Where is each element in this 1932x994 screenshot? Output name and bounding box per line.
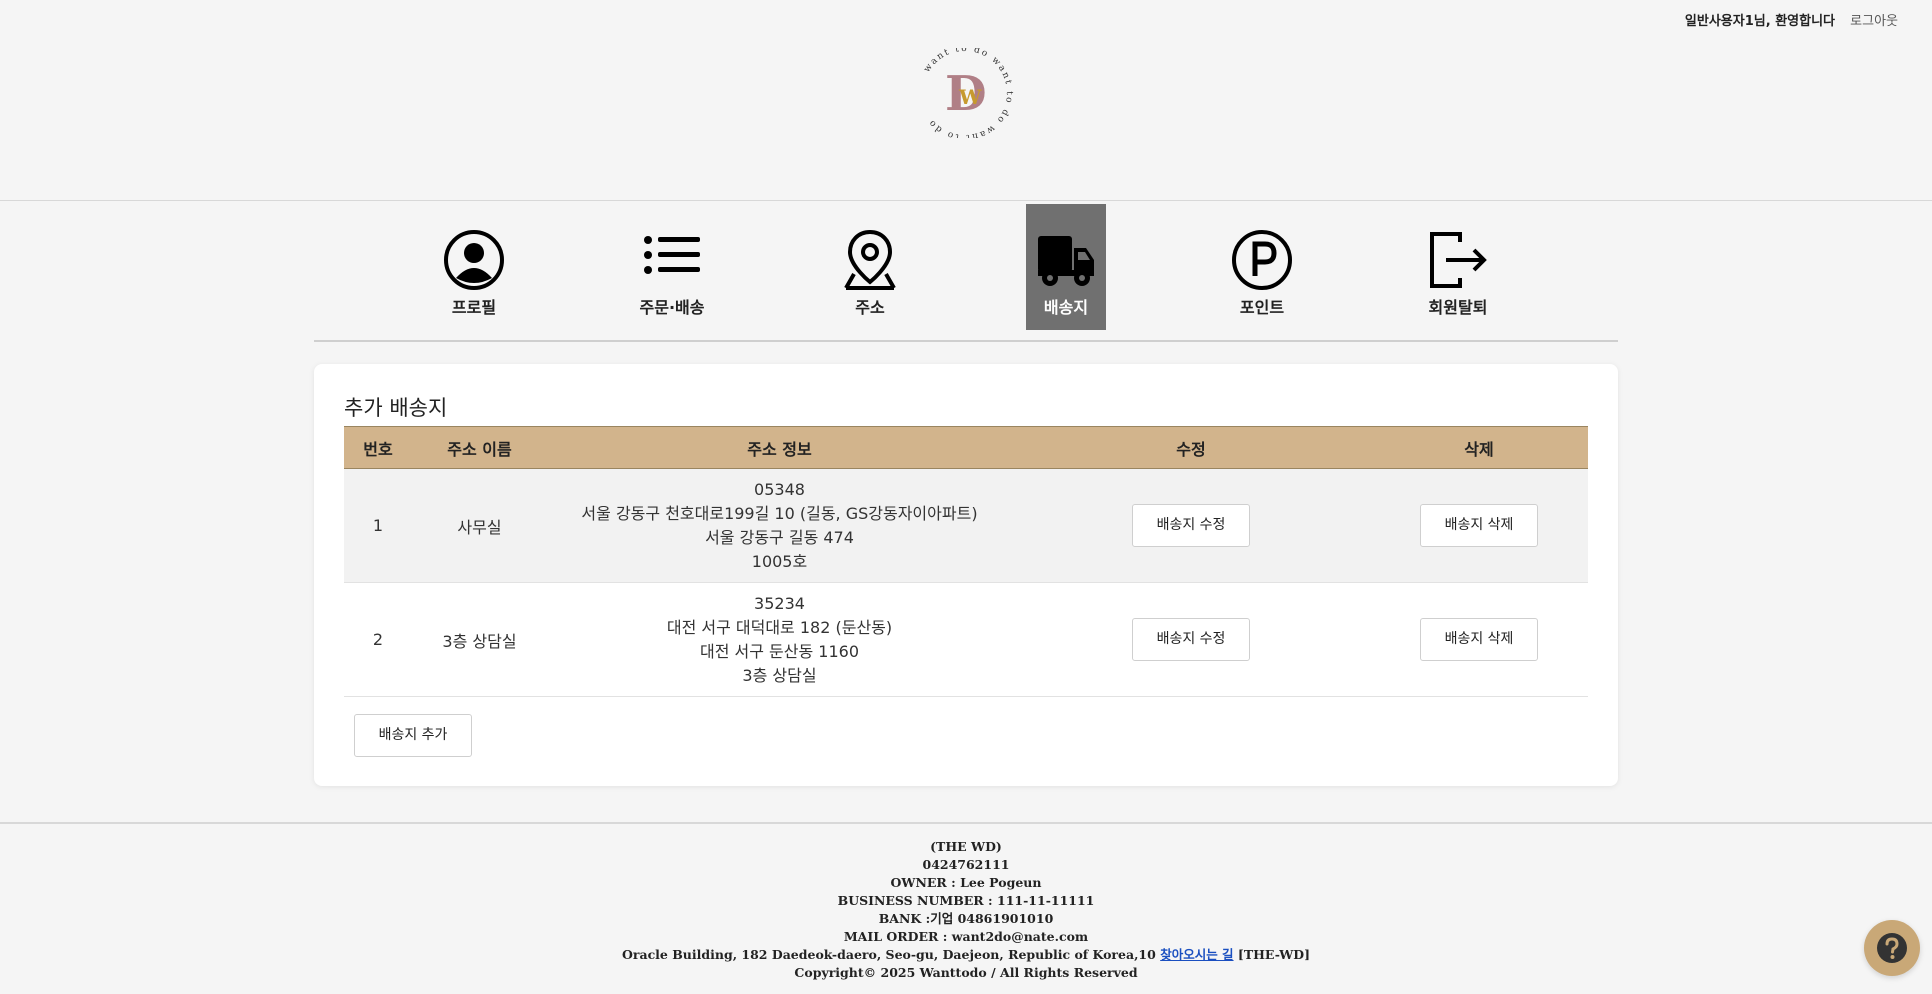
directions-link[interactable]: 찾아오시는 길 — [1160, 947, 1233, 962]
column-header-edit: 수정 — [1012, 426, 1370, 469]
edit-address-button[interactable]: 배송지 수정 — [1132, 618, 1250, 661]
help-button[interactable] — [1864, 920, 1920, 976]
footer-brand-tag: [THE-WD] — [1237, 947, 1310, 962]
address-info: 05348 서울 강동구 천호대로199길 10 (길동, GS강동자이아파트)… — [547, 468, 1012, 583]
address-name: 3층 상담실 — [412, 582, 547, 697]
footer-owner: OWNER : Lee Pogeun — [890, 875, 1042, 890]
point-icon — [1232, 230, 1292, 290]
delete-address-button[interactable]: 배송지 삭제 — [1420, 504, 1538, 547]
svg-text:W: W — [958, 85, 982, 109]
table-header-row: 번호 주소 이름 주소 정보 수정 삭제 — [344, 426, 1588, 469]
detail-address: 1005호 — [751, 551, 808, 571]
logout-arrow-icon — [1430, 232, 1487, 288]
footer-phone: 0424762111 — [922, 857, 1010, 872]
nav-divider — [314, 340, 1618, 342]
mypage-nav: 프로필 주문·배송 주소 배송지 포인트 회원탈퇴 — [390, 204, 1590, 330]
nav-item-withdraw[interactable]: 회원탈퇴 — [1418, 204, 1498, 330]
footer-mail: MAIL ORDER : want2do@nate.com — [843, 929, 1089, 944]
nav-item-profile[interactable]: 프로필 — [434, 204, 514, 330]
zip-code: 05348 — [754, 479, 805, 499]
nav-label-orders: 주문·배송 — [639, 298, 705, 317]
nav-label-withdraw: 회원탈퇴 — [1428, 298, 1488, 317]
detail-address: 3층 상담실 — [742, 665, 817, 685]
address-info: 35234 대전 서구 대덕대로 182 (둔산동) 대전 서구 둔산동 116… — [547, 582, 1012, 697]
map-pin-icon — [844, 229, 896, 290]
footer-divider — [0, 822, 1932, 824]
footer: (THE WD) 0424762111 OWNER : Lee Pogeun B… — [0, 838, 1932, 982]
column-header-name: 주소 이름 — [412, 426, 547, 469]
edit-cell: 배송지 수정 — [1012, 582, 1370, 697]
edit-cell: 배송지 수정 — [1012, 468, 1370, 583]
footer-copyright: Copyright© 2025 Wanttodo / All Rights Re… — [794, 965, 1138, 980]
table-row: 2 3층 상담실 35234 대전 서구 대덕대로 182 (둔산동) 대전 서… — [344, 582, 1588, 697]
column-header-number: 번호 — [344, 426, 412, 469]
welcome-message: 일반사용자1님, 환영합니다 — [1684, 14, 1835, 29]
jibun-address: 대전 서구 둔산동 1160 — [699, 641, 860, 661]
footer-address: Oracle Building, 182 Daedeok-daero, Seo-… — [622, 947, 1156, 962]
nav-label-profile: 프로필 — [451, 298, 497, 317]
header-divider — [0, 200, 1932, 201]
road-address: 서울 강동구 천호대로199길 10 (길동, GS강동자이아파트) — [581, 503, 978, 523]
truck-icon — [1038, 236, 1094, 286]
site-logo[interactable]: want to do want to do want to do D W — [910, 44, 1020, 142]
shipping-address-card: 추가 배송지 번호 주소 이름 주소 정보 수정 삭제 1 사무실 05348 — [314, 364, 1618, 786]
section-title: 추가 배송지 — [344, 396, 448, 420]
nav-item-orders[interactable]: 주문·배송 — [632, 204, 712, 330]
shipping-address-table: 번호 주소 이름 주소 정보 수정 삭제 1 사무실 05348 서울 강동구 … — [344, 426, 1588, 697]
logout-link[interactable]: 로그아웃 — [1850, 10, 1898, 29]
footer-address-line: Oracle Building, 182 Daedeok-daero, Seo-… — [0, 946, 1932, 964]
row-number: 1 — [344, 468, 412, 583]
nav-item-address[interactable]: 주소 — [830, 204, 910, 330]
profile-icon — [444, 230, 504, 290]
footer-company: (THE WD) — [930, 839, 1002, 854]
delete-address-button[interactable]: 배송지 삭제 — [1420, 618, 1538, 661]
nav-item-points[interactable]: 포인트 — [1222, 204, 1302, 330]
zip-code: 35234 — [754, 593, 805, 613]
address-name: 사무실 — [412, 468, 547, 583]
road-address: 대전 서구 대덕대로 182 (둔산동) — [666, 617, 893, 637]
edit-address-button[interactable]: 배송지 수정 — [1132, 504, 1250, 547]
nav-label-points: 포인트 — [1239, 298, 1285, 317]
row-number: 2 — [344, 582, 412, 697]
footer-bank: BANK :기업 04861901010 — [878, 911, 1054, 926]
jibun-address: 서울 강동구 길동 474 — [705, 527, 854, 547]
nav-label-shipping: 배송지 — [1043, 298, 1089, 317]
list-icon — [644, 236, 700, 274]
top-bar: 일반사용자1님, 환영합니다 로그아웃 — [0, 0, 1932, 40]
column-header-address: 주소 정보 — [547, 426, 1012, 469]
nav-label-address: 주소 — [855, 298, 885, 317]
footer-business-number: BUSINESS NUMBER : 111-11-11111 — [837, 893, 1095, 908]
add-address-button[interactable]: 배송지 추가 — [354, 714, 472, 757]
delete-cell: 배송지 삭제 — [1370, 468, 1588, 583]
delete-cell: 배송지 삭제 — [1370, 582, 1588, 697]
column-header-delete: 삭제 — [1370, 426, 1588, 469]
nav-item-shipping[interactable]: 배송지 — [1026, 204, 1106, 330]
question-icon — [1877, 933, 1907, 963]
table-row: 1 사무실 05348 서울 강동구 천호대로199길 10 (길동, GS강동… — [344, 468, 1588, 583]
